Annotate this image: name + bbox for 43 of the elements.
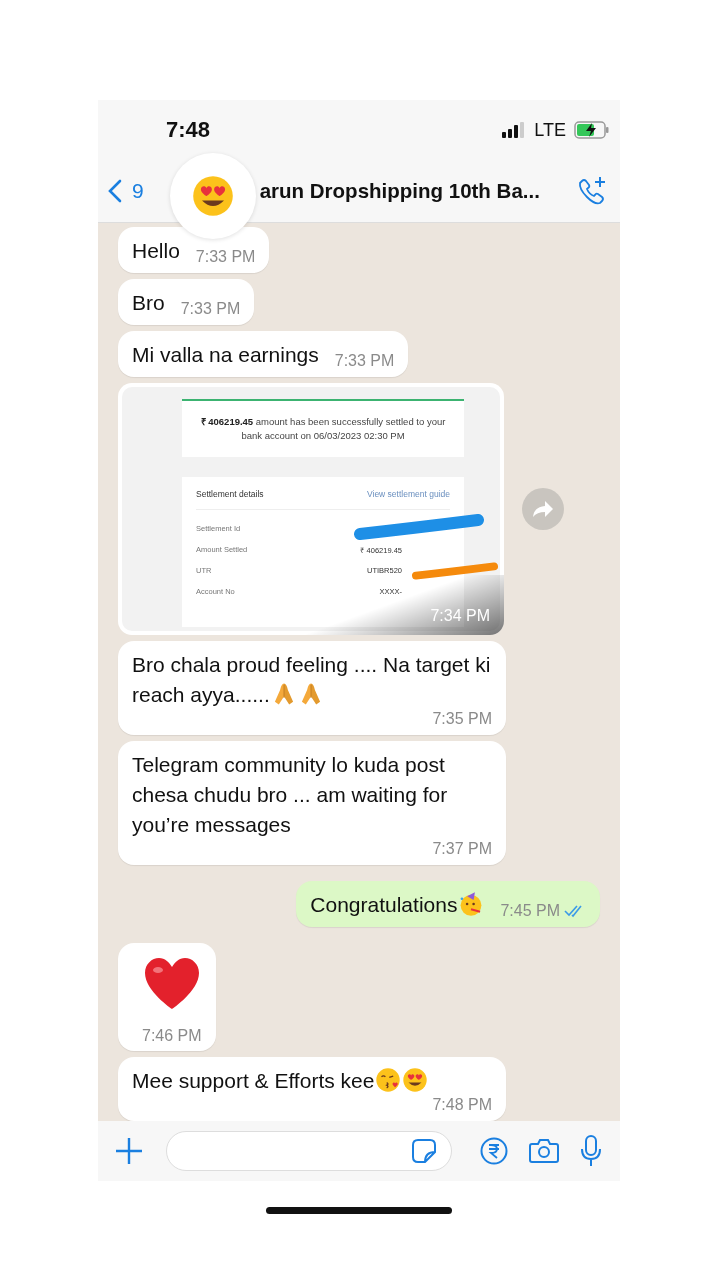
message-bubble[interactable]: Mi valla na earnings 7:33 PM bbox=[118, 331, 409, 377]
kissing-face-icon bbox=[375, 1067, 402, 1093]
rupee-icon[interactable] bbox=[480, 1137, 508, 1165]
signal-icon bbox=[502, 122, 527, 138]
message-text: Bro chala proud feeling .... Na target ki reach ayya...... bbox=[132, 652, 492, 709]
message-text: Mee support & Efforts kee bbox=[132, 1066, 429, 1096]
message-time: 7:33 PM bbox=[180, 300, 241, 318]
network-label: LTE bbox=[534, 119, 566, 141]
plus-icon[interactable] bbox=[114, 1136, 144, 1166]
sticker-icon[interactable] bbox=[411, 1138, 437, 1164]
message-bubble[interactable]: Hello 7:33 PM bbox=[118, 227, 270, 273]
message-time: 7:48 PM bbox=[432, 1096, 492, 1114]
notice-text: ₹ 406219.45 amount has been successfully settled to your bank account on 06/03/2023 02:30 PM bbox=[182, 401, 464, 457]
details-title: Settlement details bbox=[196, 489, 264, 499]
message-bubble[interactable]: Bro 7:33 PM bbox=[118, 279, 255, 325]
message-bubble[interactable]: Bro chala proud feeling .... Na target ki reach ayya...... 7:35 PM bbox=[118, 641, 506, 735]
message-text: Hello bbox=[132, 238, 180, 264]
message-time: 7:34 PM bbox=[430, 607, 490, 625]
message-time: 7:45 PM bbox=[500, 902, 560, 920]
message-time: 7:46 PM bbox=[142, 1027, 202, 1045]
status-time: 7:48 bbox=[166, 117, 211, 143]
add-call-icon[interactable] bbox=[576, 175, 608, 207]
message-time: 7:35 PM bbox=[432, 710, 492, 728]
heart-icon bbox=[142, 957, 201, 1011]
message-text: Bro bbox=[132, 290, 165, 316]
message-time: 7:33 PM bbox=[334, 352, 395, 370]
heart-eyes-face-icon bbox=[191, 174, 235, 218]
chat-title[interactable]: arun Dropshipping 10th Ba... bbox=[259, 179, 576, 203]
guide-link: View settlement guide bbox=[367, 489, 450, 499]
message-text: Congratulations bbox=[310, 890, 485, 920]
camera-icon[interactable] bbox=[528, 1137, 560, 1165]
message-text: Mi valla na earnings bbox=[132, 342, 319, 368]
message-bubble[interactable]: Congratulations 7:45 PM bbox=[296, 881, 600, 927]
message-bubble[interactable]: Mee support & Efforts kee 7:48 PM bbox=[118, 1057, 506, 1121]
message-time: 7:37 PM bbox=[432, 840, 492, 858]
message-field[interactable] bbox=[166, 1131, 452, 1171]
message-text: Telegram community lo kuda post chesa chudu bro ... am waiting for you’re messages bbox=[132, 752, 449, 838]
back-button[interactable]: 9 bbox=[108, 179, 144, 203]
microphone-icon[interactable] bbox=[580, 1135, 602, 1167]
message-time: 7:33 PM bbox=[195, 248, 256, 266]
heart-eyes-face-icon bbox=[402, 1067, 429, 1093]
image-message[interactable] bbox=[118, 383, 504, 635]
message-bubble[interactable]: Telegram community lo kuda post chesa chudu bro ... am waiting for you’re messages 7:37 PM bbox=[118, 741, 506, 865]
